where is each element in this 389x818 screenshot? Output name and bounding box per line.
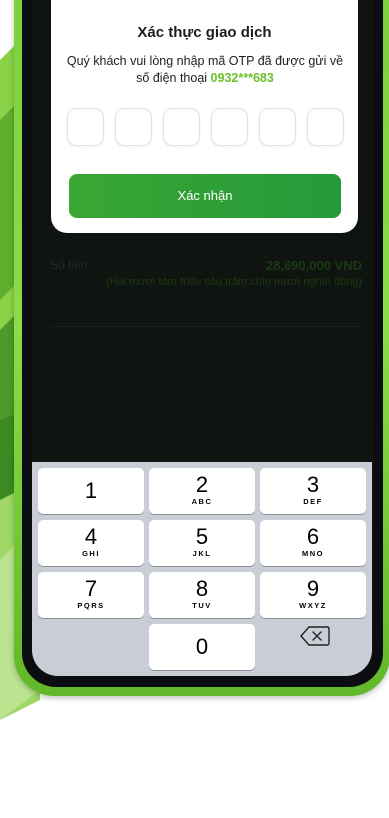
key-letters: JKL [192, 549, 212, 558]
key-letters: ABC [191, 497, 213, 506]
key-1[interactable]: 1 [38, 468, 144, 514]
otp-digit-4[interactable] [211, 108, 248, 146]
key-4[interactable]: 4 GHI [38, 520, 144, 566]
numeric-keypad: 1 2 ABC 3 DEF 4 GHI 5 JKL 6 MNO 7 PQRS 8… [32, 462, 372, 676]
key-digit: 7 [84, 576, 98, 601]
dialog-title: Xác thực giao dịch [137, 24, 272, 41]
key-letters: DEF [303, 497, 323, 506]
key-digit: 5 [195, 524, 209, 549]
key-digit: 1 [84, 478, 98, 503]
key-2[interactable]: 2 ABC [149, 468, 255, 514]
key-letters: GHI [82, 549, 100, 558]
key-8[interactable]: 8 TUV [149, 572, 255, 618]
dimmed-transaction-summary: Số tiền 28,690,000 VND (Hai mươi tám tri… [50, 258, 362, 289]
otp-dialog: Xác thực giao dịch Quý khách vui lòng nh… [51, 0, 358, 233]
masked-phone-number: 0932***683 [210, 71, 274, 85]
key-3[interactable]: 3 DEF [260, 468, 366, 514]
key-digit: 9 [306, 576, 320, 601]
key-digit: 6 [306, 524, 320, 549]
key-letters: TUV [192, 601, 212, 610]
otp-digit-3[interactable] [163, 108, 200, 146]
amount-value: 28,690,000 VND [265, 258, 362, 273]
amount-in-words: (Hai mươi tám triệu sáu trăm chín mươi n… [106, 276, 362, 288]
divider [50, 326, 360, 327]
backspace-icon[interactable] [300, 625, 330, 647]
key-letters: WXYZ [299, 601, 327, 610]
key-digit: 2 [195, 472, 209, 497]
key-letters: MNO [302, 549, 324, 558]
key-digit: 8 [195, 576, 209, 601]
key-6[interactable]: 6 MNO [260, 520, 366, 566]
key-5[interactable]: 5 JKL [149, 520, 255, 566]
key-9[interactable]: 9 WXYZ [260, 572, 366, 618]
key-digit: 3 [306, 472, 320, 497]
key-7[interactable]: 7 PQRS [38, 572, 144, 618]
otp-digit-6[interactable] [307, 108, 344, 146]
dialog-description: Quý khách vui lòng nhập mã OTP đã được g… [65, 53, 345, 87]
otp-input-group [67, 108, 345, 146]
description-text: Quý khách vui lòng nhập mã OTP đã được g… [66, 54, 344, 85]
confirm-button[interactable]: Xác nhận [69, 174, 341, 218]
key-0[interactable]: 0 [149, 624, 255, 670]
otp-digit-5[interactable] [259, 108, 296, 146]
amount-label: Số tiền [50, 258, 88, 272]
key-letters: PQRS [77, 601, 105, 610]
otp-digit-1[interactable] [67, 108, 104, 146]
otp-digit-2[interactable] [115, 108, 152, 146]
key-digit: 0 [195, 634, 209, 659]
key-digit: 4 [84, 524, 98, 549]
